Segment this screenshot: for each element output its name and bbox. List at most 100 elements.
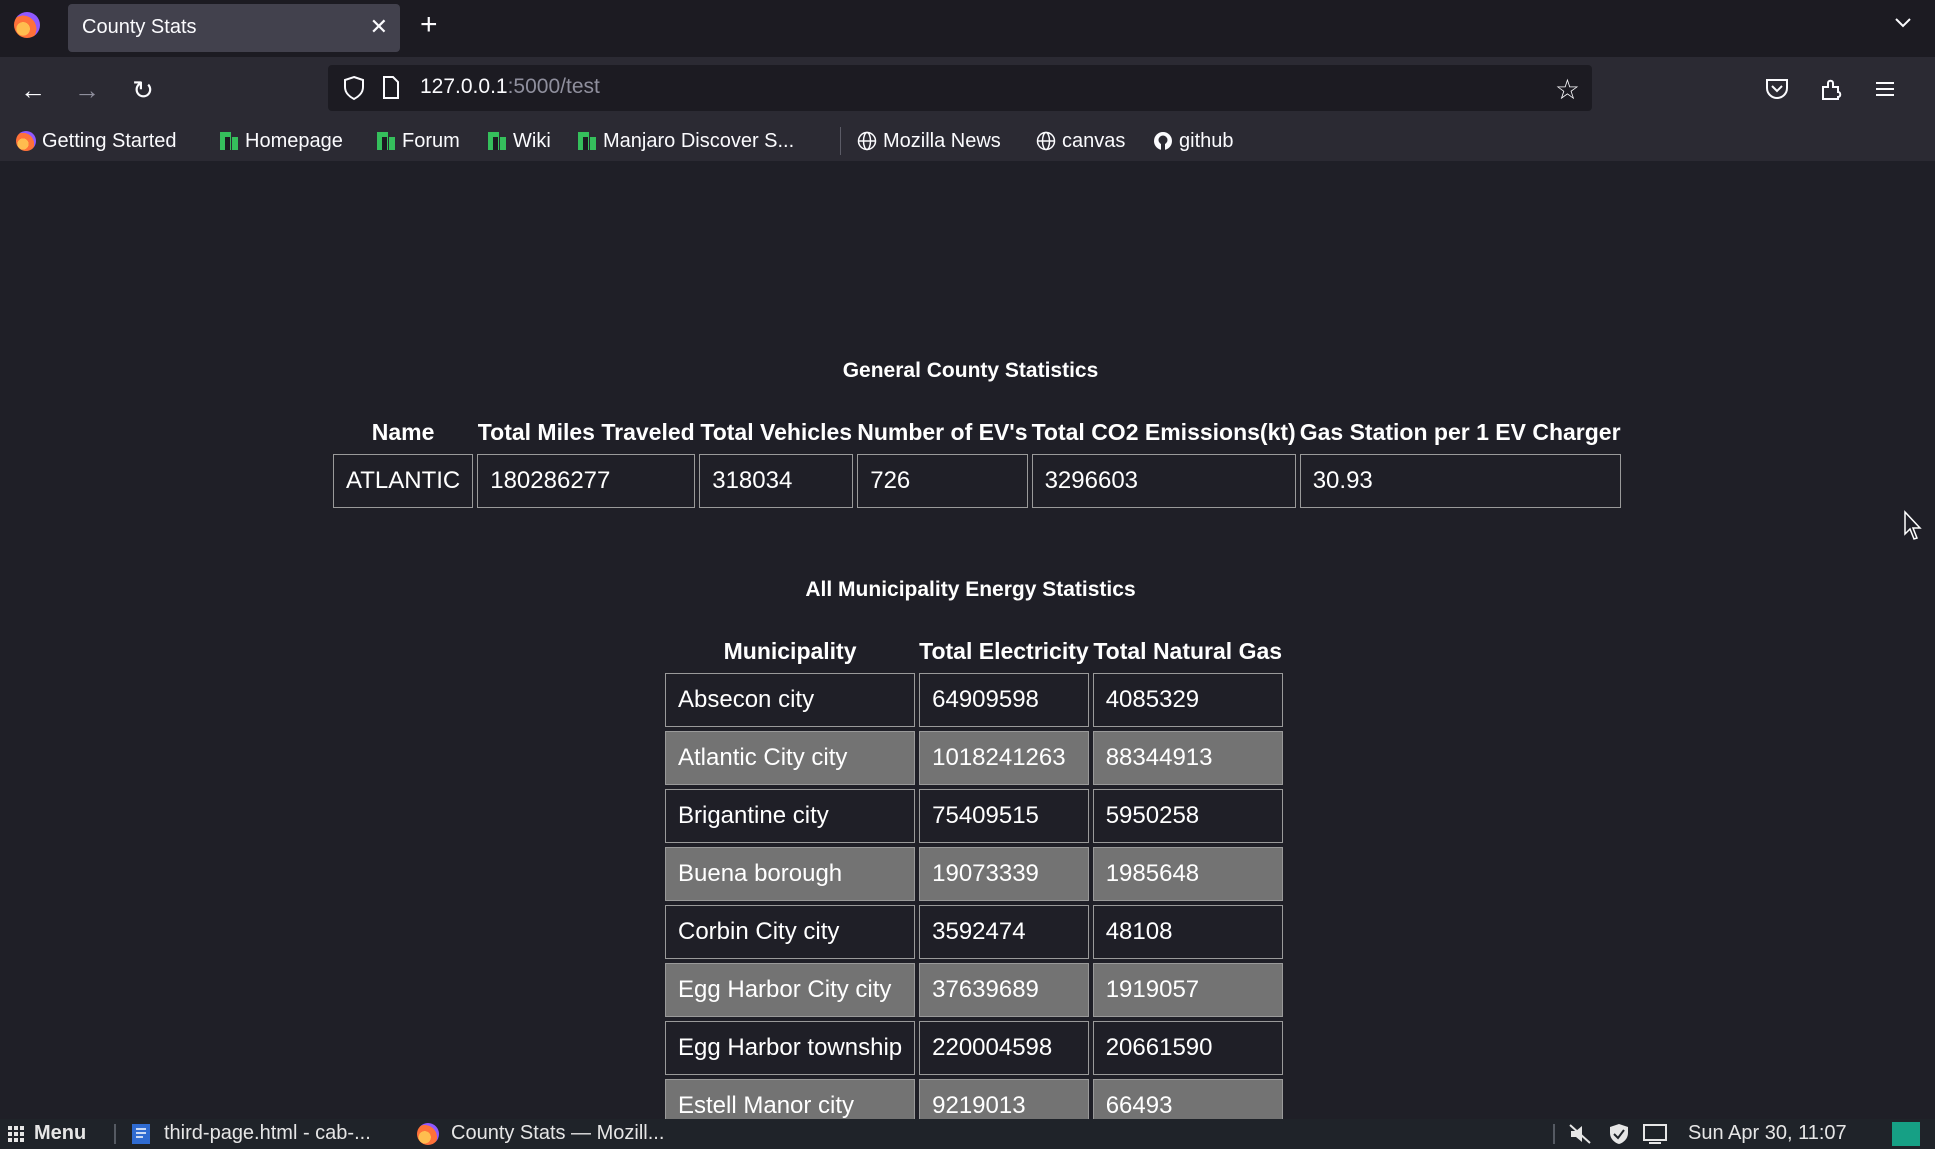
security-shield-icon[interactable]	[1608, 1123, 1630, 1145]
bookmark-getting-started[interactable]: Getting Started	[16, 126, 177, 156]
table-cell: 64909598	[919, 673, 1089, 727]
github-icon	[1154, 132, 1172, 150]
volume-muted-icon[interactable]	[1568, 1123, 1592, 1145]
table-row: Egg Harbor City city 37639689 1919057	[665, 963, 1283, 1017]
bookmark-label: Homepage	[245, 129, 343, 152]
firefox-icon	[417, 1122, 439, 1145]
menu-label: Menu	[34, 1122, 87, 1144]
table-cell: 9219013	[919, 1079, 1089, 1119]
table-row: Estell Manor city 9219013 66493	[665, 1079, 1283, 1119]
table-cell: 318034	[699, 454, 854, 508]
desktop-taskbar: Menu third-page.html - cab-... County St…	[0, 1119, 1935, 1149]
table-cell: 220004598	[919, 1021, 1089, 1075]
bookmark-label: Getting Started	[42, 129, 177, 152]
table-header-row: Municipality Total Electricity Total Nat…	[665, 638, 1283, 669]
page-icon[interactable]	[382, 76, 400, 99]
table-cell: 88344913	[1092, 731, 1283, 785]
reload-button[interactable]: ↻	[126, 73, 160, 107]
table-cell: Atlantic City city	[665, 731, 916, 785]
tab-county-stats[interactable]: County Stats ✕	[68, 4, 400, 52]
table-cell: 3296603	[1031, 454, 1296, 508]
shield-icon[interactable]	[342, 75, 366, 101]
municipality-stats-table: Municipality Total Electricity Total Nat…	[661, 634, 1287, 1119]
bookmark-github[interactable]: github	[1153, 126, 1234, 156]
chevron-down-icon[interactable]	[1893, 12, 1913, 32]
taskbar-window-firefox[interactable]: County Stats — Mozill...	[417, 1122, 664, 1145]
pocket-icon[interactable]	[1763, 75, 1791, 103]
table-cell: 37639689	[919, 963, 1089, 1017]
table-cell: 180286277	[477, 454, 696, 508]
app-grid-icon	[8, 1125, 24, 1142]
close-tab-icon[interactable]: ✕	[370, 14, 388, 40]
column-header: Total Vehicles	[700, 419, 853, 445]
table-cell: 726	[857, 454, 1028, 508]
table-cell: 66493	[1092, 1079, 1283, 1119]
county-stats-table: Name Total Miles Traveled Total Vehicles…	[329, 415, 1625, 512]
firefox-icon	[16, 131, 36, 151]
manjaro-icon	[578, 132, 596, 150]
bookmark-label: canvas	[1062, 129, 1126, 152]
table-cell: 1985648	[1092, 847, 1283, 901]
table-header-row: Name Total Miles Traveled Total Vehicles…	[333, 419, 1621, 450]
bookmark-manjaro-discover[interactable]: Manjaro Discover S...	[577, 126, 794, 156]
manjaro-icon	[220, 132, 238, 150]
table-cell: 4085329	[1092, 673, 1283, 727]
table-cell: 30.93	[1299, 454, 1621, 508]
table-cell: Buena borough	[665, 847, 916, 901]
bookmark-label: Forum	[402, 129, 460, 152]
bookmark-homepage[interactable]: Homepage	[219, 126, 343, 156]
tab-title: County Stats	[82, 16, 197, 38]
taskbar-separator	[114, 1124, 116, 1144]
firefox-logo-icon[interactable]	[14, 12, 40, 38]
url-text[interactable]: 127.0.0.1:5000/test	[420, 75, 600, 99]
page-content: General County Statistics Name Total Mil…	[0, 161, 1920, 1119]
forward-button[interactable]: →	[70, 73, 104, 107]
back-button[interactable]: ←	[16, 73, 50, 107]
extensions-icon[interactable]	[1817, 75, 1845, 103]
bookmarks-separator	[840, 127, 841, 155]
table-row: Buena borough 19073339 1985648	[665, 847, 1283, 901]
page-scrollbar[interactable]	[1920, 161, 1935, 1119]
table-cell: Absecon city	[665, 673, 916, 727]
hamburger-menu-icon[interactable]	[1871, 75, 1899, 103]
bookmark-label: Wiki	[513, 129, 551, 152]
taskbar-window-label: County Stats — Mozill...	[451, 1122, 665, 1144]
bookmark-label: github	[1179, 129, 1234, 152]
bookmark-wiki[interactable]: Wiki	[487, 126, 551, 156]
table-cell: 3592474	[919, 905, 1089, 959]
url-bar[interactable]: 127.0.0.1:5000/test ☆	[328, 65, 1592, 111]
taskbar-window-label: third-page.html - cab-...	[164, 1122, 371, 1144]
globe-icon	[1036, 131, 1056, 151]
new-tab-button[interactable]: +	[420, 10, 438, 40]
column-header: Total Miles Traveled	[477, 419, 695, 445]
mouse-pointer-icon	[1904, 510, 1922, 540]
taskbar-window-editor[interactable]: third-page.html - cab-...	[130, 1122, 371, 1145]
app-menu-button[interactable]: Menu	[8, 1122, 86, 1145]
show-desktop-button[interactable]	[1892, 1122, 1920, 1146]
column-header: Gas Station per 1 EV Charger	[1299, 419, 1621, 445]
bookmark-star-icon[interactable]: ☆	[1555, 73, 1580, 106]
column-header: Total CO2 Emissions(kt)	[1031, 419, 1296, 445]
bookmark-label: Manjaro Discover S...	[603, 129, 795, 152]
municipality-stats-title: All Municipality Energy Statistics	[805, 578, 1136, 601]
column-header: Total Natural Gas	[1093, 638, 1283, 664]
table-cell: 5950258	[1092, 789, 1283, 843]
bookmark-canvas[interactable]: canvas	[1036, 126, 1125, 156]
tab-strip: County Stats ✕ +	[0, 0, 1935, 57]
globe-icon	[857, 131, 877, 151]
bookmark-forum[interactable]: Forum	[376, 126, 460, 156]
table-row: Brigantine city 75409515 5950258	[665, 789, 1283, 843]
table-row: Egg Harbor township 220004598 20661590	[665, 1021, 1283, 1075]
clock[interactable]: Sun Apr 30, 11:07	[1688, 1122, 1847, 1145]
table-cell: ATLANTIC	[333, 454, 474, 508]
table-cell: 20661590	[1092, 1021, 1283, 1075]
display-icon[interactable]	[1643, 1124, 1667, 1144]
column-header: Name	[371, 419, 435, 445]
column-header: Number of EV's	[857, 419, 1028, 445]
table-row: Absecon city 64909598 4085329	[665, 673, 1283, 727]
bookmark-mozilla-news[interactable]: Mozilla News	[857, 126, 1001, 156]
table-cell: Egg Harbor City city	[665, 963, 916, 1017]
column-header: Municipality	[723, 638, 857, 664]
table-cell: 1018241263	[919, 731, 1089, 785]
table-cell: 19073339	[919, 847, 1089, 901]
